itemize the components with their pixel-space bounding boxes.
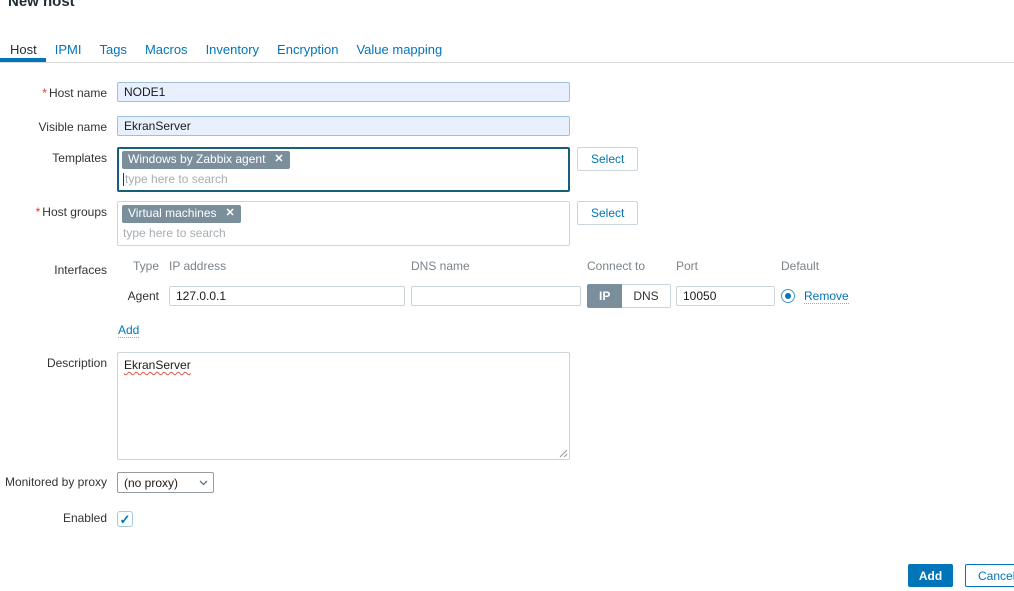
interfaces-grid: Type IP address DNS name Connect to Port… xyxy=(117,259,849,308)
host-form: *Host name Visible name Templates Window… xyxy=(0,63,1014,527)
col-connect-to: Connect to xyxy=(587,259,670,284)
tab-value-mapping[interactable]: Value mapping xyxy=(347,36,451,62)
tab-encryption[interactable]: Encryption xyxy=(268,36,347,62)
tab-inventory[interactable]: Inventory xyxy=(197,36,268,62)
host-groups-multiselect[interactable]: Virtual machines type here to search xyxy=(117,201,570,246)
add-host-button[interactable]: Add xyxy=(908,564,953,587)
col-port: Port xyxy=(676,259,775,284)
enabled-label: Enabled xyxy=(0,510,117,525)
col-dns-name: DNS name xyxy=(411,259,581,284)
visible-name-label: Visible name xyxy=(0,116,117,134)
col-default: Default xyxy=(781,259,849,284)
interface-ip-input[interactable] xyxy=(169,286,405,306)
remove-chip-icon[interactable] xyxy=(226,207,235,220)
text-caret xyxy=(123,173,124,186)
proxy-selected-value: (no proxy) xyxy=(124,476,178,490)
add-interface-link[interactable]: Add xyxy=(118,323,139,338)
tab-ipmi[interactable]: IPMI xyxy=(46,36,91,62)
cancel-button[interactable]: Cancel xyxy=(965,564,1014,587)
remove-interface-link[interactable]: Remove xyxy=(804,289,849,304)
interface-dns-input[interactable] xyxy=(411,286,581,306)
default-radio[interactable] xyxy=(781,289,795,303)
host-name-label-text: Host name xyxy=(49,86,107,100)
tab-macros[interactable]: Macros xyxy=(136,36,197,62)
templates-multiselect[interactable]: Windows by Zabbix agent type here to sea… xyxy=(117,147,570,192)
host-group-chip: Virtual machines xyxy=(122,205,241,223)
description-label: Description xyxy=(0,352,117,370)
enabled-checkbox[interactable] xyxy=(117,511,133,527)
default-cell: Remove xyxy=(781,289,849,304)
col-ip-address: IP address xyxy=(169,259,405,284)
host-name-label: *Host name xyxy=(0,82,117,100)
host-groups-select-button[interactable]: Select xyxy=(577,201,638,225)
description-text: EkranServer xyxy=(124,358,191,372)
col-type: Type xyxy=(117,259,163,284)
host-name-input[interactable] xyxy=(117,82,570,102)
page-title: New host xyxy=(8,0,75,10)
interface-port-input[interactable] xyxy=(676,286,775,306)
tab-host[interactable]: Host xyxy=(0,36,46,62)
resize-handle-icon[interactable] xyxy=(558,448,568,458)
host-groups-label-text: Host groups xyxy=(42,205,107,219)
connect-dns-option[interactable]: DNS xyxy=(622,284,670,308)
required-asterisk: * xyxy=(36,205,41,219)
required-asterisk: * xyxy=(42,86,47,100)
chevron-down-icon xyxy=(199,480,208,486)
templates-label: Templates xyxy=(0,147,117,165)
host-groups-placeholder: type here to search xyxy=(123,226,226,240)
remove-chip-icon[interactable] xyxy=(274,153,283,166)
tab-bar: Host IPMI Tags Macros Inventory Encrypti… xyxy=(0,36,1014,63)
host-groups-search-input[interactable]: type here to search xyxy=(122,223,565,242)
host-group-chip-label: Virtual machines xyxy=(128,207,217,220)
host-groups-label: *Host groups xyxy=(0,201,117,219)
templates-select-button[interactable]: Select xyxy=(577,147,638,171)
templates-placeholder: type here to search xyxy=(125,172,228,186)
proxy-select[interactable]: (no proxy) xyxy=(117,472,214,493)
connect-to-toggle: IP DNS xyxy=(587,284,670,308)
interface-type: Agent xyxy=(117,289,163,303)
template-chip-label: Windows by Zabbix agent xyxy=(128,153,265,166)
templates-search-input[interactable]: type here to search xyxy=(122,169,565,188)
connect-ip-option[interactable]: IP xyxy=(587,284,622,308)
proxy-label: Monitored by proxy xyxy=(0,472,117,489)
visible-name-input[interactable] xyxy=(117,116,570,136)
tab-tags[interactable]: Tags xyxy=(90,36,135,62)
template-chip: Windows by Zabbix agent xyxy=(122,151,290,169)
description-textarea[interactable]: EkranServer xyxy=(117,352,570,460)
interfaces-label: Interfaces xyxy=(0,259,117,277)
